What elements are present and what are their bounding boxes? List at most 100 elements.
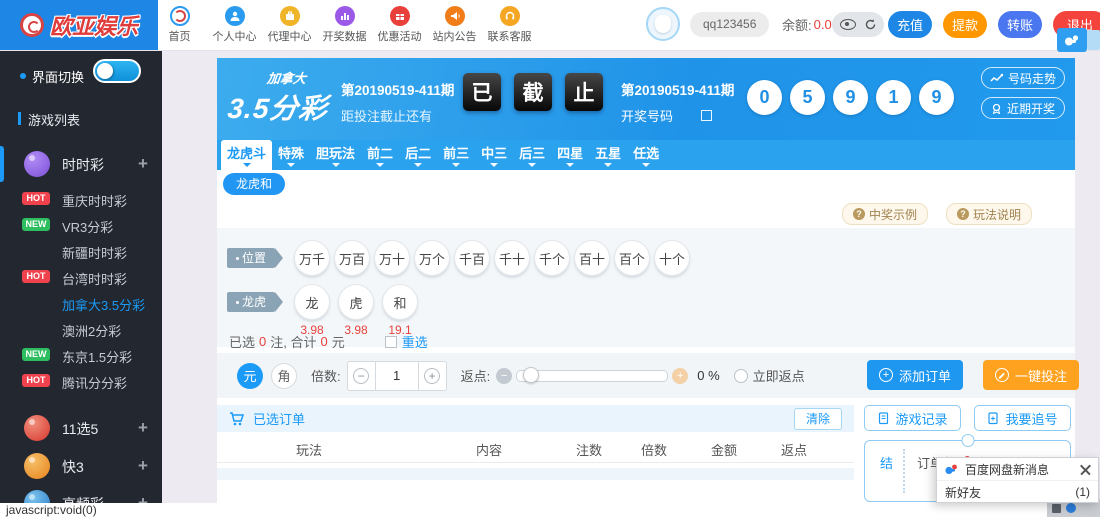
games-section-title: 游戏列表 <box>28 110 80 129</box>
position-option[interactable]: 十个 <box>654 240 690 276</box>
refresh-icon[interactable] <box>864 18 877 31</box>
tab-front-two[interactable]: 前二 <box>361 140 399 170</box>
game-title: 加拿大 3.5分彩 <box>226 68 332 127</box>
dotted-divider <box>903 449 905 493</box>
position-option[interactable]: 万个 <box>414 240 450 276</box>
position-option[interactable]: 万千 <box>294 240 330 276</box>
draw-checkbox[interactable] <box>701 110 712 121</box>
clear-orders-button[interactable]: 清除 <box>794 408 842 430</box>
sidebar-item-aozhou2[interactable]: 澳洲2分彩 <box>0 316 162 342</box>
nav-agent-center[interactable]: 代理中心 <box>262 4 317 44</box>
sidebar-item-taiwan[interactable]: HOT 台湾时时彩 <box>0 264 162 290</box>
nav-personal-center[interactable]: 个人中心 <box>207 4 262 44</box>
sidebar-item-canada35[interactable]: 加拿大3.5分彩 <box>0 290 162 316</box>
position-option[interactable]: 千百 <box>454 240 490 276</box>
rebate-minus-button[interactable]: − <box>496 368 512 384</box>
expand-plus-icon[interactable]: + <box>138 418 148 438</box>
expand-plus-icon[interactable]: + <box>138 493 148 503</box>
option-dragon[interactable]: 龙 <box>294 284 330 320</box>
multiplier-input[interactable] <box>375 362 419 390</box>
tab-four-star[interactable]: 四星 <box>551 140 589 170</box>
decrease-button[interactable]: − <box>348 362 375 390</box>
sidebar-item-shishicai[interactable]: 时时彩 + <box>0 146 162 182</box>
sidebar-item-xinjiang[interactable]: 新疆时时彩 <box>0 238 162 264</box>
interface-toggle[interactable] <box>93 59 141 83</box>
nav-home[interactable]: 首页 <box>152 4 207 44</box>
sidebar-item-vr3[interactable]: NEW VR3分彩 <box>0 212 162 238</box>
transfer-button[interactable]: 转账 <box>998 11 1042 38</box>
tab-front-three[interactable]: 前三 <box>437 140 475 170</box>
instant-rebate-label[interactable]: 立即返点 <box>753 366 805 385</box>
position-option[interactable]: 千十 <box>494 240 530 276</box>
tab-middle-three[interactable]: 中三 <box>475 140 513 170</box>
chevron-down-icon <box>414 163 422 167</box>
tab-special[interactable]: 特殊 <box>272 140 310 170</box>
rebate-plus-button[interactable]: + <box>672 368 688 384</box>
winning-example-link[interactable]: ? 中奖示例 <box>842 203 928 225</box>
number-trend-button[interactable]: 号码走势 <box>981 67 1065 89</box>
increase-button[interactable]: + <box>419 362 446 390</box>
nav-promotions[interactable]: 优惠活动 <box>372 4 427 44</box>
play-tabs: 龙虎斗 特殊 胆玩法 前二 后二 前三 中三 后三 四星 五星 任选 <box>217 140 1075 170</box>
tab-any-select[interactable]: 任选 <box>627 140 665 170</box>
bet-controls: 元 角 倍数: − + 返点: − + 0 % 立即返点 + 添加订单 一键投注 <box>217 353 1075 398</box>
unit-yuan-button[interactable]: 元 <box>237 363 263 389</box>
taskbar-app-icon[interactable] <box>1066 503 1076 513</box>
selected-count: 0 <box>259 334 266 349</box>
game-banner: 加拿大 3.5分彩 第20190519-411期 距投注截止还有 已 截 止 第… <box>217 58 1075 140</box>
sidebar-item-chongqing[interactable]: HOT 重庆时时彩 <box>0 186 162 212</box>
reselect-link[interactable]: 重选 <box>402 332 428 351</box>
tab-dan-play[interactable]: 胆玩法 <box>310 140 361 170</box>
withdraw-button[interactable]: 提款 <box>943 11 987 38</box>
taskbar-app-icon[interactable] <box>1052 504 1061 513</box>
expand-plus-icon[interactable]: + <box>138 456 148 476</box>
sidebar-item-11x5[interactable]: 11选5 + <box>0 410 162 446</box>
instant-rebate-radio[interactable] <box>734 369 748 383</box>
close-icon[interactable] <box>1080 464 1091 475</box>
notification-item[interactable]: 新好友 (1) <box>937 481 1098 503</box>
game-records-button[interactable]: 游戏记录 <box>864 405 961 431</box>
recent-draws-button[interactable]: 近期开奖 <box>981 97 1065 119</box>
option-tie[interactable]: 和 <box>382 284 418 320</box>
subtab-dragon-tiger-draw[interactable]: 龙虎和 <box>223 173 285 195</box>
position-option[interactable]: 万百 <box>334 240 370 276</box>
tab-five-star[interactable]: 五星 <box>589 140 627 170</box>
chevron-down-icon <box>528 163 536 167</box>
reselect-checkbox[interactable] <box>385 336 397 348</box>
sidebar-item-tokyo15[interactable]: NEW 东京1.5分彩 <box>0 342 162 368</box>
nav-customer-service[interactable]: 联系客服 <box>482 4 537 44</box>
tab-back-two[interactable]: 后二 <box>399 140 437 170</box>
nav-draw-data[interactable]: 开奖数据 <box>317 4 372 44</box>
rebate-slider-knob[interactable] <box>523 367 539 383</box>
eye-icon[interactable] <box>840 19 856 30</box>
expand-plus-icon[interactable]: + <box>138 154 148 174</box>
tab-back-three[interactable]: 后三 <box>513 140 551 170</box>
add-order-button[interactable]: + 添加订单 <box>867 360 963 390</box>
sidebar-item-tencent[interactable]: HOT 腾讯分分彩 <box>0 368 162 394</box>
deposit-button[interactable]: 充值 <box>888 11 932 38</box>
site-logo[interactable]: 欧亚娱乐 <box>0 0 158 50</box>
chase-number-button[interactable]: 我要追号 <box>974 405 1071 431</box>
selected-total: 0 <box>320 334 327 349</box>
option-tiger[interactable]: 虎 <box>338 284 374 320</box>
new-badge: NEW <box>22 348 50 361</box>
position-option[interactable]: 万十 <box>374 240 410 276</box>
tab-dragon-tiger[interactable]: 龙虎斗 <box>221 140 272 170</box>
position-option[interactable]: 百个 <box>614 240 650 276</box>
unit-jiao-button[interactable]: 角 <box>271 363 297 389</box>
sidebar-item-gaopincai[interactable]: 高频彩 + <box>0 485 162 503</box>
baidu-netdisk-float-icon[interactable] <box>1057 28 1087 52</box>
nav-announcements[interactable]: 站内公告 <box>427 4 482 44</box>
quick-bet-button[interactable]: 一键投注 <box>983 360 1079 390</box>
sidebar-item-kuai3[interactable]: 快3 + <box>0 448 162 484</box>
gift-icon <box>390 6 410 26</box>
col-playtype: 玩法 <box>296 440 322 459</box>
rebate-slider-track[interactable] <box>516 370 668 382</box>
dragon-tiger-tag: 龙虎 <box>227 292 275 312</box>
orders-header: 已选订单 清除 <box>217 405 854 432</box>
position-option[interactable]: 百十 <box>574 240 610 276</box>
play-rules-link[interactable]: ? 玩法说明 <box>946 203 1032 225</box>
col-content: 内容 <box>476 440 502 459</box>
position-option[interactable]: 千个 <box>534 240 570 276</box>
avatar[interactable] <box>646 7 680 41</box>
